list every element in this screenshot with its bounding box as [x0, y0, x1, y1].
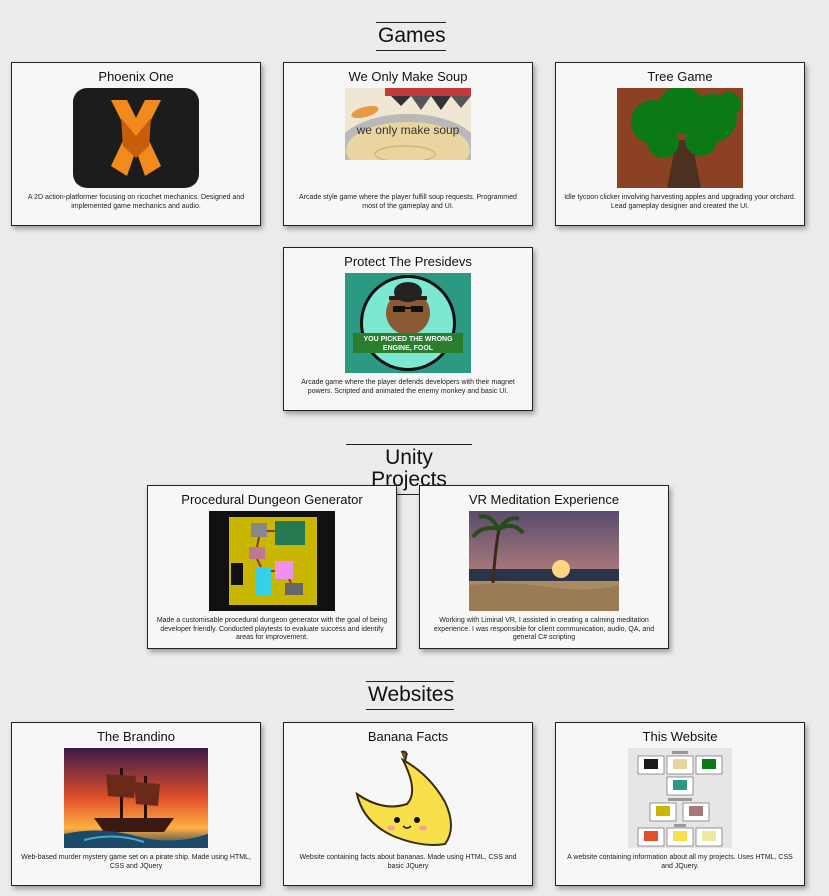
- presidevs-image: YOU PICKED THE WRONG ENGINE, FOOL: [345, 273, 471, 373]
- project-card-tree-game[interactable]: Tree Game Idle tycoon clicker involving …: [555, 62, 805, 226]
- card-title: The Brandino: [96, 729, 176, 744]
- card-description: Arcade style game where the player fulfi…: [299, 194, 517, 210]
- card-title: VR Meditation Experience: [468, 492, 620, 507]
- card-description: Arcade game where the player defends dev…: [301, 379, 515, 395]
- card-description: Web-based murder mystery game set on a p…: [21, 854, 251, 870]
- soup-game-image: we only make soup: [345, 88, 471, 160]
- svg-text:ENGINE, FOOL: ENGINE, FOOL: [383, 345, 434, 352]
- tree-game-image: [617, 88, 743, 188]
- project-card-this-website[interactable]: This Website A website containing inform…: [555, 722, 805, 886]
- card-description: Made a customisable procedural dungeon g…: [156, 617, 388, 641]
- card-title: This Website: [642, 729, 718, 744]
- project-card-we-only-make-soup[interactable]: We Only Make Soup we only make soup Arca…: [283, 62, 533, 226]
- card-title: Tree Game: [647, 69, 713, 84]
- brandino-pirate-ship-image: [64, 748, 208, 848]
- vr-meditation-image: [469, 511, 619, 611]
- banana-image: [355, 750, 452, 846]
- card-description: Website containing facts about bananas. …: [299, 854, 517, 870]
- svg-text:YOU PICKED THE WRONG: YOU PICKED THE WRONG: [363, 336, 453, 343]
- card-title: Procedural Dungeon Generator: [181, 492, 363, 507]
- soup-image-caption: we only make soup: [356, 123, 460, 137]
- card-description: A 2D action-platformer focusing on ricoc…: [27, 194, 245, 210]
- card-title: Protect The Presidevs: [344, 254, 472, 269]
- project-card-vr-meditation-experience[interactable]: VR Meditation Experience Working with Li…: [419, 485, 669, 649]
- phoenix-one-logo-image: [73, 88, 199, 188]
- dungeon-generator-image: [209, 511, 335, 611]
- card-title: Banana Facts: [367, 729, 449, 744]
- project-card-banana-facts[interactable]: Banana Facts Website containing facts ab…: [283, 722, 533, 886]
- project-card-procedural-dungeon-generator[interactable]: Procedural Dungeon Generator Made a cust…: [147, 485, 397, 649]
- project-card-the-brandino[interactable]: The Brandino Web-based murder mystery ga…: [11, 722, 261, 886]
- card-title: Phoenix One: [98, 69, 174, 84]
- project-card-phoenix-one[interactable]: Phoenix One A 2D action-platformer focus…: [11, 62, 261, 226]
- project-card-protect-the-presidevs[interactable]: Protect The Presidevs YOU PICKED THE WRO…: [283, 247, 533, 411]
- card-description: Idle tycoon clicker involving harvesting…: [564, 194, 796, 210]
- card-title: We Only Make Soup: [348, 69, 468, 84]
- card-description: Working with Liminal VR, I assisted in c…: [433, 617, 655, 641]
- card-description: A website containing information about a…: [567, 854, 793, 870]
- section-heading-websites: Websites: [366, 681, 454, 710]
- section-heading-games: Games: [376, 22, 446, 51]
- this-website-preview-image: [628, 748, 732, 848]
